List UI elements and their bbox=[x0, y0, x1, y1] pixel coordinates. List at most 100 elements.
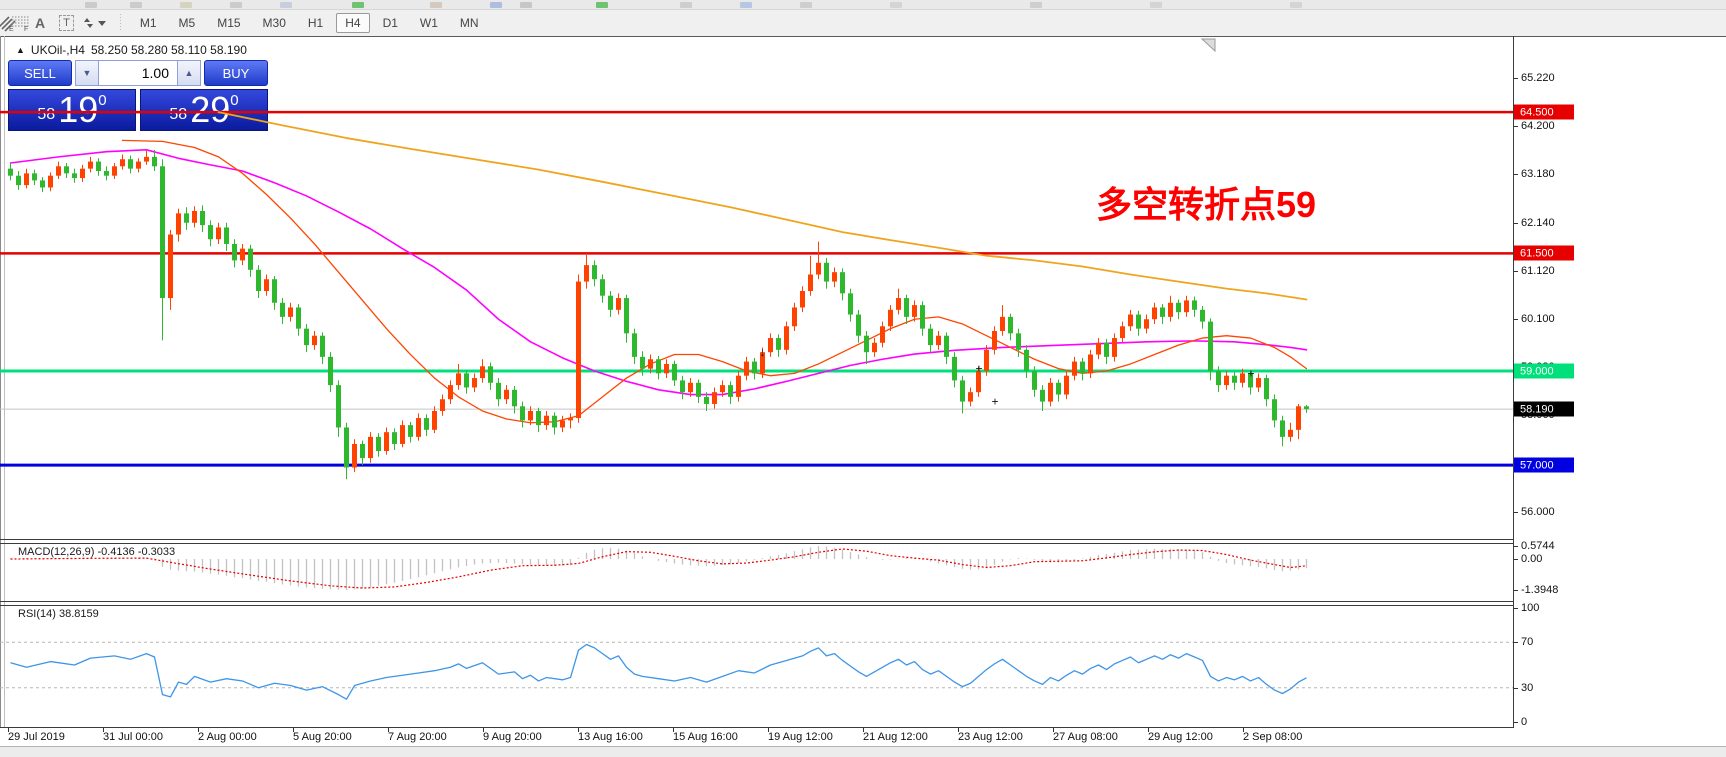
candle-body bbox=[88, 161, 93, 169]
candle-body bbox=[632, 333, 637, 357]
panel-divider[interactable] bbox=[0, 601, 1513, 602]
panel-divider[interactable] bbox=[0, 605, 1513, 606]
chart-shift-marker[interactable] bbox=[1200, 38, 1216, 53]
candle-body bbox=[552, 415, 557, 428]
timeframe-button-m1[interactable]: M1 bbox=[131, 13, 166, 33]
candle-body bbox=[656, 359, 661, 374]
arrows-dropdown-icon[interactable] bbox=[97, 12, 106, 34]
timeframe-button-m15[interactable]: M15 bbox=[208, 13, 249, 33]
arrows-tool-icon[interactable] bbox=[83, 12, 93, 34]
text-label-icon[interactable]: A bbox=[31, 12, 49, 34]
trade-marker: ↓ bbox=[760, 345, 766, 359]
timeframe-button-d1[interactable]: D1 bbox=[374, 13, 407, 33]
candle-body bbox=[952, 356, 957, 381]
price-axis-label: 60.100 bbox=[1514, 313, 1555, 326]
panel-divider[interactable] bbox=[0, 543, 1513, 544]
price-axis-label: 64.200 bbox=[1514, 120, 1555, 133]
candle-body bbox=[584, 265, 589, 282]
candle-body bbox=[1016, 333, 1021, 350]
candle-body bbox=[1024, 349, 1029, 371]
timeframe-button-m5[interactable]: M5 bbox=[170, 13, 205, 33]
candle-body bbox=[576, 281, 581, 419]
candle-body bbox=[880, 326, 885, 343]
candle-body bbox=[912, 305, 917, 317]
time-axis-label: 15 Aug 16:00 bbox=[673, 731, 738, 743]
cropped-icon bbox=[596, 2, 608, 8]
candle-body bbox=[248, 248, 253, 270]
cropped-icon bbox=[430, 2, 442, 8]
cropped-toolbar-strip bbox=[0, 0, 1726, 10]
candle-body bbox=[800, 290, 805, 308]
timeframe-button-m30[interactable]: M30 bbox=[254, 13, 295, 33]
candle-body bbox=[208, 225, 213, 240]
candle-body bbox=[1216, 371, 1221, 386]
time-axis-label: 9 Aug 20:00 bbox=[483, 731, 542, 743]
price-badge-58.190: 58.190 bbox=[1514, 401, 1574, 417]
candle-body bbox=[1208, 321, 1213, 371]
fibonacci-icon[interactable]: F bbox=[12, 12, 30, 34]
price-badge-59.000: 59.000 bbox=[1514, 363, 1574, 379]
candle-body bbox=[1032, 371, 1037, 390]
candle-body bbox=[176, 213, 181, 235]
cropped-icon bbox=[1030, 2, 1042, 8]
candle-body bbox=[1184, 300, 1189, 313]
cropped-icon bbox=[1150, 2, 1162, 8]
timeframe-button-w1[interactable]: W1 bbox=[411, 13, 447, 33]
candle-body bbox=[512, 389, 517, 407]
candle-body bbox=[696, 382, 701, 397]
time-axis-label: 27 Aug 08:00 bbox=[1053, 731, 1118, 743]
candle-body bbox=[296, 307, 301, 329]
candle-body bbox=[544, 415, 549, 426]
candle-body bbox=[616, 298, 621, 310]
candle-body bbox=[48, 175, 53, 188]
candle-body bbox=[120, 159, 125, 167]
toolbar-grip[interactable] bbox=[118, 14, 123, 32]
candle-body bbox=[704, 396, 709, 404]
candle-body bbox=[112, 166, 117, 176]
price-axis-label: 63.180 bbox=[1514, 168, 1555, 181]
time-axis-label: 29 Aug 12:00 bbox=[1148, 731, 1213, 743]
rsi-label: RSI(14) 38.8159 bbox=[18, 608, 99, 620]
candle-body bbox=[1080, 361, 1085, 374]
timeframe-button-h4[interactable]: H4 bbox=[336, 13, 370, 33]
candle-body bbox=[784, 326, 789, 350]
candle-body bbox=[1232, 375, 1237, 383]
candle-body bbox=[1224, 375, 1229, 386]
time-axis-label: 23 Aug 12:00 bbox=[958, 731, 1023, 743]
cropped-icon bbox=[230, 2, 242, 8]
candle-body bbox=[1160, 307, 1165, 317]
panel-divider[interactable] bbox=[0, 539, 1513, 540]
cropped-icon bbox=[800, 2, 812, 8]
time-axis-label: 19 Aug 12:00 bbox=[768, 731, 833, 743]
candle-body bbox=[936, 335, 941, 346]
rsi-indicator-chart[interactable] bbox=[0, 605, 1513, 728]
timeframe-button-h1[interactable]: H1 bbox=[299, 13, 332, 33]
candle-body bbox=[1136, 314, 1141, 329]
text-box-icon[interactable]: T bbox=[55, 12, 78, 34]
timeframe-button-mn[interactable]: MN bbox=[451, 13, 488, 33]
candle-body bbox=[184, 213, 189, 223]
candle-body bbox=[408, 425, 413, 437]
macd-axis-label: 0.5744 bbox=[1514, 540, 1555, 553]
candle-body bbox=[1144, 319, 1149, 329]
candle-body bbox=[848, 293, 853, 315]
candle-body bbox=[824, 262, 829, 282]
rsi-axis-label: 70 bbox=[1513, 636, 1534, 649]
candle-body bbox=[560, 420, 565, 428]
cropped-icon bbox=[740, 2, 752, 8]
cropped-icon bbox=[280, 2, 292, 8]
rsi-axis-label: 0 bbox=[1513, 716, 1528, 728]
candle-body bbox=[320, 335, 325, 357]
candlestick-chart[interactable]: ↓ + + + bbox=[0, 36, 1513, 539]
candle-body bbox=[1200, 309, 1205, 322]
candle-body bbox=[40, 180, 45, 188]
candle-body bbox=[1056, 382, 1061, 395]
macd-signal-line bbox=[10, 548, 1307, 589]
candle-body bbox=[232, 243, 237, 261]
time-axis-label: 2 Sep 08:00 bbox=[1243, 731, 1303, 743]
price-badge-57.000: 57.000 bbox=[1514, 457, 1574, 473]
macd-axis-label: 0.00 bbox=[1513, 553, 1543, 565]
macd-indicator-chart[interactable] bbox=[0, 543, 1513, 601]
window-bottom-strip bbox=[0, 746, 1726, 757]
price-axis-label: 56.000 bbox=[1514, 506, 1555, 519]
